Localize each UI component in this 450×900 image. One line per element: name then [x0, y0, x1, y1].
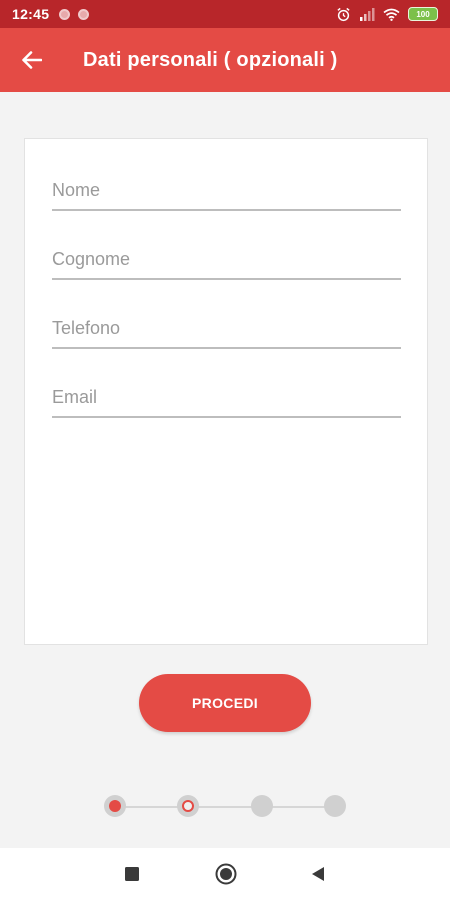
back-nav-button[interactable] — [292, 848, 344, 900]
email-field-container — [52, 368, 401, 418]
progress-stepper — [104, 795, 347, 819]
alarm-icon — [337, 7, 350, 21]
back-button[interactable] — [0, 28, 64, 92]
step-2-indicator — [177, 795, 199, 817]
surname-field[interactable] — [52, 249, 401, 270]
battery-level: 100 — [416, 9, 430, 19]
recents-square-icon — [125, 867, 139, 881]
name-field-container — [52, 161, 401, 211]
proceed-button[interactable]: PROCEDI — [139, 674, 311, 732]
home-circle-icon — [215, 863, 237, 885]
status-bar: 12:45 100 — [0, 0, 450, 28]
battery-icon: 100 — [408, 7, 438, 21]
email-field[interactable] — [52, 387, 401, 408]
app-bar: Dati personali ( opzionali ) — [0, 28, 450, 92]
step-3-indicator — [251, 795, 273, 817]
wifi-icon — [383, 8, 400, 21]
recents-button[interactable] — [106, 848, 158, 900]
home-button[interactable] — [200, 848, 252, 900]
page-title: Dati personali ( opzionali ) — [83, 48, 338, 71]
name-field[interactable] — [52, 180, 401, 201]
signal-icon — [360, 7, 375, 21]
arrow-left-icon — [22, 51, 42, 69]
stepper-line — [115, 806, 336, 808]
phone-field-container — [52, 299, 401, 349]
surname-field-container — [52, 230, 401, 280]
phone-field[interactable] — [52, 318, 401, 339]
personal-data-form — [24, 138, 428, 645]
status-icons: 100 — [336, 7, 438, 22]
system-nav-bar — [0, 848, 450, 900]
step-4-indicator — [324, 795, 346, 817]
notification-dot-icon — [78, 8, 90, 20]
status-time: 12:45 — [12, 6, 50, 22]
step-1-indicator — [104, 795, 126, 817]
notification-dot-icon — [59, 8, 71, 20]
back-triangle-icon — [312, 867, 324, 881]
